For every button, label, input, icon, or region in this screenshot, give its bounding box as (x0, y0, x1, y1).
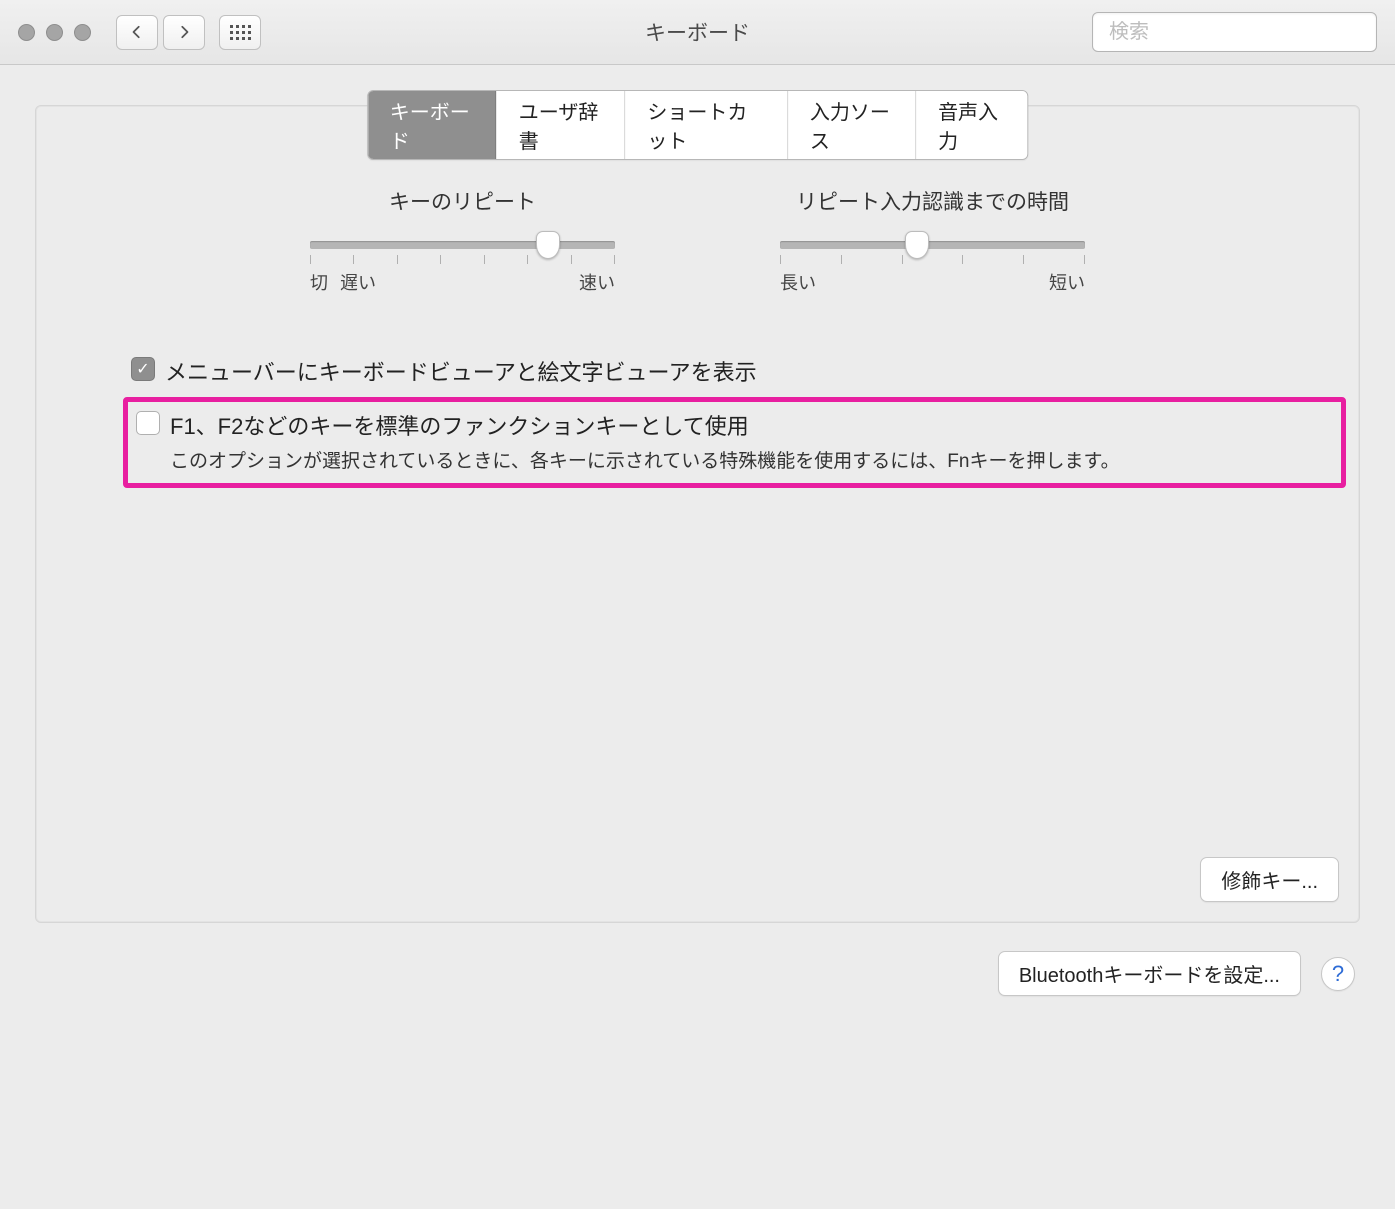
nav-buttons (116, 15, 205, 50)
chevron-right-icon (177, 25, 191, 39)
key-repeat-title: キーのリピート (389, 186, 536, 216)
delay-long-label: 長い (780, 269, 816, 295)
window-traffic-lights (18, 24, 91, 41)
tab-shortcuts[interactable]: ショートカット (625, 91, 788, 159)
minimize-window-icon[interactable] (46, 24, 63, 41)
slider-thumb[interactable] (536, 231, 560, 259)
key-repeat-slider[interactable] (310, 241, 615, 249)
show-all-button[interactable] (219, 15, 261, 50)
show-viewer-row[interactable]: ✓ メニューバーにキーボードビューアと絵文字ビューアを表示 (131, 355, 1359, 387)
tab-input-sources[interactable]: 入力ソース (788, 91, 916, 159)
delay-section: リピート入力認識までの時間 長い 短い (780, 186, 1085, 295)
show-viewer-checkbox[interactable]: ✓ (131, 357, 155, 381)
key-repeat-fast-label: 速い (579, 269, 615, 295)
help-button[interactable]: ? (1321, 957, 1355, 991)
key-repeat-ticks (310, 255, 615, 264)
delay-title: リピート入力認識までの時間 (796, 186, 1069, 216)
bluetooth-keyboard-button[interactable]: Bluetoothキーボードを設定... (998, 951, 1301, 996)
use-fn-checkbox[interactable] (136, 411, 160, 435)
tab-bar: キーボード ユーザ辞書 ショートカット 入力ソース 音声入力 (367, 90, 1029, 160)
key-repeat-labels: 切 遅い 速い (310, 269, 615, 295)
forward-button[interactable] (163, 15, 205, 50)
delay-short-label: 短い (1049, 269, 1085, 295)
delay-labels: 長い 短い (780, 269, 1085, 295)
delay-slider[interactable] (780, 241, 1085, 249)
search-input[interactable] (1109, 21, 1374, 44)
content-frame: キーボード ユーザ辞書 ショートカット 入力ソース 音声入力 キーのリピート 切… (35, 105, 1360, 923)
show-viewer-label: メニューバーにキーボードビューアと絵文字ビューアを表示 (165, 355, 757, 387)
back-button[interactable] (116, 15, 158, 50)
checkbox-area: ✓ メニューバーにキーボードビューアと絵文字ビューアを表示 F1、F2などのキー… (131, 355, 1359, 488)
chevron-left-icon (130, 25, 144, 39)
grid-icon (230, 25, 251, 40)
bottom-row: Bluetoothキーボードを設定... ? (0, 951, 1395, 996)
modifier-keys-button[interactable]: 修飾キー... (1200, 857, 1339, 902)
use-fn-row[interactable]: F1、F2などのキーを標準のファンクションキーとして使用 (136, 409, 1333, 441)
zoom-window-icon[interactable] (74, 24, 91, 41)
slider-thumb[interactable] (905, 231, 929, 259)
use-fn-label: F1、F2などのキーを標準のファンクションキーとして使用 (170, 409, 749, 441)
highlighted-option: F1、F2などのキーを標準のファンクションキーとして使用 このオプションが選択さ… (123, 397, 1346, 488)
search-field-wrap[interactable] (1092, 12, 1377, 52)
window-title: キーボード (645, 17, 750, 47)
tab-dictation[interactable]: 音声入力 (916, 91, 1027, 159)
key-repeat-section: キーのリピート 切 遅い 速い (310, 186, 615, 295)
delay-ticks (780, 255, 1085, 264)
key-repeat-slow-label: 遅い (340, 269, 376, 295)
close-window-icon[interactable] (18, 24, 35, 41)
toolbar: キーボード (0, 0, 1395, 65)
key-repeat-off-label: 切 (310, 269, 328, 295)
tab-text[interactable]: ユーザ辞書 (497, 91, 626, 159)
use-fn-subtext: このオプションが選択されているときに、各キーに示されている特殊機能を使用するには… (170, 446, 1333, 473)
tab-keyboard[interactable]: キーボード (368, 91, 497, 159)
